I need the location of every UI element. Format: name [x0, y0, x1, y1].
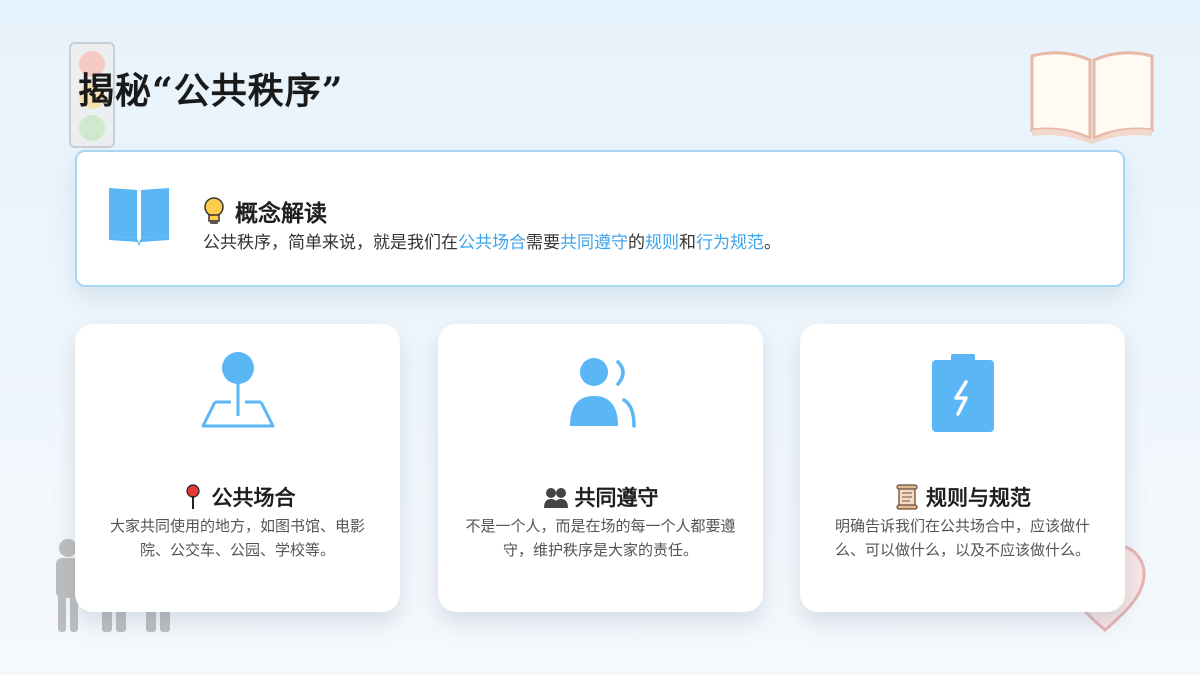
page-title: 揭秘“公共秩序”	[78, 70, 344, 112]
card-comply-together: 共同遵守 不是一个人，而是在场的每一个人都要遵守，维护秩序是大家的责任。	[438, 324, 763, 612]
concept-heading: 概念解读	[203, 194, 327, 228]
map-pin-icon	[201, 352, 274, 428]
card-heading: 共同遵守	[438, 482, 763, 512]
scroll-icon	[896, 484, 918, 510]
highlight-public-place: 公共场合	[458, 233, 526, 253]
card-title: 规则与规范	[926, 485, 1031, 510]
card-text: 不是一个人，而是在场的每一个人都要遵守，维护秩序是大家的责任。	[465, 517, 736, 559]
card-title: 共同遵守	[574, 485, 659, 510]
concept-title: 概念解读	[235, 200, 327, 227]
lightbulb-icon	[204, 197, 224, 224]
card-title: 公共场合	[211, 485, 296, 510]
highlight-norms: 行为规范	[696, 233, 764, 253]
card-heading: 规则与规范	[800, 482, 1125, 512]
concept-text-part: 和	[679, 233, 696, 253]
pushpin-icon	[185, 484, 200, 509]
group-silhouette-icon	[543, 488, 568, 508]
card-public-places: 公共场合 大家共同使用的地方，如图书馆、电影院、公交车、公园、学校等。	[75, 324, 400, 612]
card-text: 明确告诉我们在公共场合中，应该做什么、可以做什么，以及不应该做什么。	[834, 517, 1090, 559]
concept-card: 概念解读 公共秩序，简单来说，就是我们在公共场合需要共同遵守的规则和行为规范。	[75, 150, 1125, 287]
highlight-rules: 规则	[645, 233, 679, 253]
book-icon	[109, 188, 169, 246]
concept-text-part: 。	[764, 233, 781, 253]
clipboard-lightning-icon	[931, 354, 994, 432]
highlight-comply: 共同遵守	[560, 233, 628, 253]
concept-text: 公共秩序，简单来说，就是我们在公共场合需要共同遵守的规则和行为规范。	[203, 228, 781, 253]
open-book-icon	[1030, 51, 1154, 144]
card-rules-norms: 规则与规范 明确告诉我们在公共场合中，应该做什么、可以做什么，以及不应该做什么。	[800, 324, 1125, 612]
people-icon	[569, 358, 636, 428]
card-text: 大家共同使用的地方，如图书馆、电影院、公交车、公园、学校等。	[109, 517, 365, 559]
concept-text-part: 的	[628, 233, 645, 253]
green-light	[79, 115, 105, 141]
concept-text-part: 需要	[526, 233, 560, 253]
card-heading: 公共场合	[75, 482, 400, 512]
concept-text-part: 公共秩序，简单来说，就是我们在	[203, 233, 458, 253]
